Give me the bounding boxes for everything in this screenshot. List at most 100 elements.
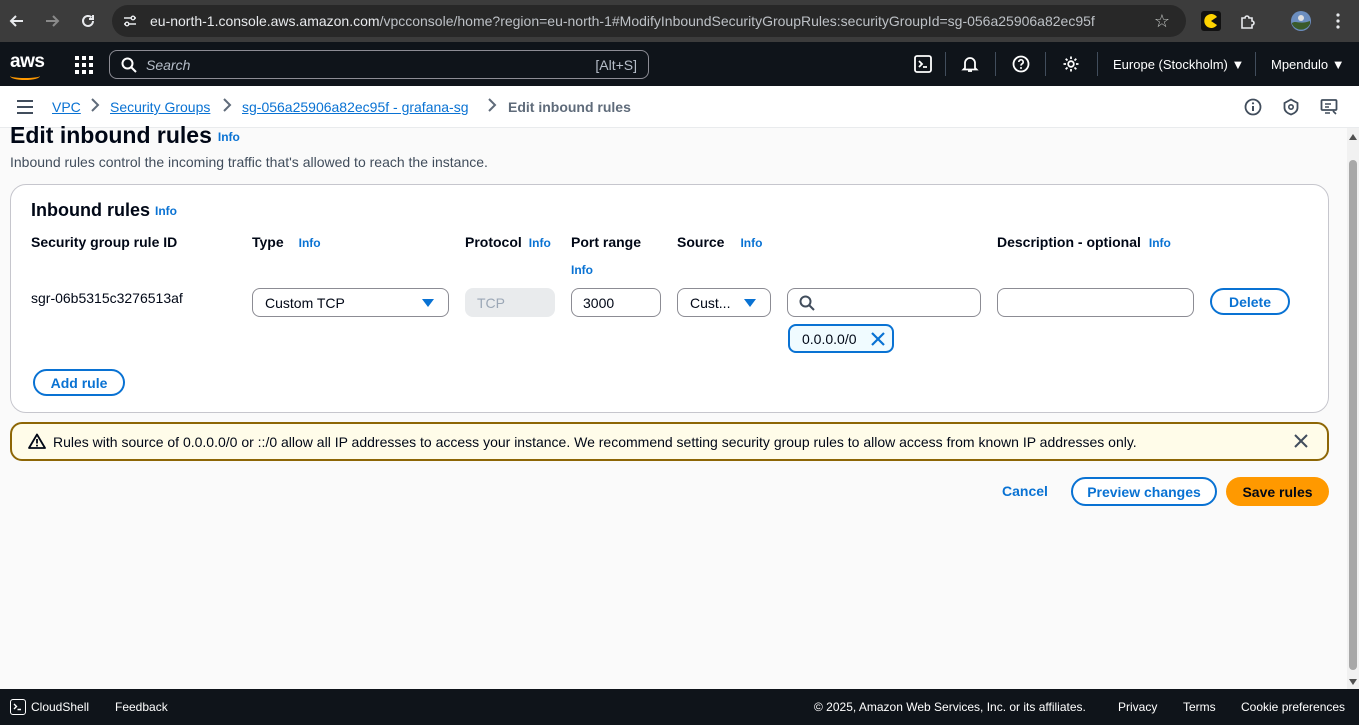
- column-header-type-text: Type: [252, 234, 284, 250]
- panel-title: Inbound rules Info: [31, 200, 177, 221]
- panel-info-link[interactable]: Info: [155, 204, 177, 218]
- search-icon: [121, 57, 137, 73]
- footer-terms-link[interactable]: Terms: [1183, 700, 1216, 714]
- source-type-select[interactable]: Cust...: [677, 288, 771, 317]
- warning-alert-text: Rules with source of 0.0.0.0/0 or ::/0 a…: [53, 434, 1137, 450]
- info-panel-icon[interactable]: [1243, 97, 1263, 117]
- column-header-description-text: Description - optional: [997, 234, 1141, 250]
- breadcrumb-security-groups[interactable]: Security Groups: [110, 99, 210, 115]
- page-description: Inbound rules control the incoming traff…: [10, 154, 488, 170]
- services-grid-icon[interactable]: [75, 56, 93, 74]
- aws-logo-text: aws: [10, 51, 45, 72]
- warning-alert: Rules with source of 0.0.0.0/0 or ::/0 a…: [10, 422, 1329, 461]
- security-shield-icon[interactable]: [1281, 97, 1301, 117]
- type-select[interactable]: Custom TCP: [252, 288, 449, 317]
- column-header-source-text: Source: [677, 234, 725, 250]
- bookmark-star-icon[interactable]: ☆: [1154, 11, 1170, 32]
- footer-privacy-link[interactable]: Privacy: [1118, 700, 1157, 714]
- page-info-link[interactable]: Info: [218, 130, 240, 144]
- page-scrollbar[interactable]: [1347, 128, 1359, 689]
- footer-cloudshell-link[interactable]: CloudShell: [31, 700, 89, 714]
- type-info-link[interactable]: Info: [299, 236, 321, 250]
- extensions-puzzle-icon[interactable]: [1237, 10, 1259, 32]
- chevron-right-icon: [487, 98, 497, 115]
- add-rule-button[interactable]: Add rule: [33, 369, 125, 396]
- footer-cookie-preferences-link[interactable]: Cookie preferences: [1241, 700, 1345, 714]
- global-search-input[interactable]: Search [Alt+S]: [109, 50, 649, 79]
- source-cidr-search-input[interactable]: [787, 288, 981, 317]
- cloudshell-footer-icon[interactable]: [10, 699, 26, 715]
- breadcrumb-security-group[interactable]: sg-056a25906a82ec95f - grafana-sg: [242, 99, 469, 115]
- page-title-text: Edit inbound rules: [10, 122, 212, 148]
- scroll-up-arrow-icon[interactable]: [1349, 134, 1357, 140]
- remove-token-close-icon[interactable]: [870, 331, 886, 347]
- caret-down-icon: [744, 299, 756, 307]
- url-host: eu-north-1.console.aws.amazon.com: [150, 13, 380, 29]
- search-shortcut: [Alt+S]: [595, 57, 637, 73]
- description-info-link[interactable]: Info: [1149, 236, 1171, 250]
- account-menu[interactable]: Mpendulo ▼: [1271, 57, 1345, 72]
- nav-divider: [1045, 52, 1046, 76]
- breadcrumb-vpc[interactable]: VPC: [52, 99, 81, 115]
- cancel-button[interactable]: Cancel: [1002, 483, 1048, 499]
- chevron-right-icon: [90, 98, 100, 115]
- search-icon: [799, 295, 815, 311]
- browser-menu-icon[interactable]: [1327, 10, 1349, 32]
- warning-icon: [28, 433, 46, 449]
- chevron-right-icon: [222, 98, 232, 115]
- description-input[interactable]: [997, 288, 1194, 317]
- scroll-down-arrow-icon[interactable]: [1349, 679, 1357, 685]
- column-header-description: Description - optional Info: [997, 234, 1171, 250]
- port-range-info-link[interactable]: Info: [571, 263, 593, 277]
- source-info-link[interactable]: Info: [740, 236, 762, 250]
- caret-down-icon: [422, 299, 434, 307]
- aws-smile-icon: [10, 72, 40, 80]
- nav-divider: [1097, 52, 1098, 76]
- notifications-bell-icon[interactable]: [960, 54, 980, 74]
- source-type-value: Cust...: [690, 295, 731, 311]
- feedback-screen-icon[interactable]: [1319, 97, 1339, 117]
- reload-icon[interactable]: [76, 9, 100, 33]
- settings-gear-icon[interactable]: [1061, 54, 1081, 74]
- column-header-source: Source Info: [677, 234, 762, 250]
- column-header-rule-id: Security group rule ID: [31, 234, 178, 250]
- delete-rule-button[interactable]: Delete: [1210, 288, 1290, 315]
- nav-divider: [1255, 52, 1256, 76]
- type-select-value: Custom TCP: [265, 295, 345, 311]
- footer-copyright: © 2025, Amazon Web Services, Inc. or its…: [814, 700, 1086, 714]
- save-rules-button[interactable]: Save rules: [1226, 477, 1329, 506]
- breadcrumb-current: Edit inbound rules: [508, 99, 631, 115]
- browser-chrome: eu-north-1.console.aws.amazon.com/vpccon…: [0, 0, 1359, 42]
- nav-divider: [995, 52, 996, 76]
- column-header-protocol: Protocol Info: [465, 234, 551, 250]
- console-footer: CloudShell Feedback © 2025, Amazon Web S…: [0, 689, 1359, 725]
- search-placeholder: Search: [146, 57, 191, 73]
- preview-changes-button[interactable]: Preview changes: [1071, 477, 1217, 506]
- footer-feedback-link[interactable]: Feedback: [115, 700, 168, 714]
- panel-title-text: Inbound rules: [31, 200, 150, 220]
- side-nav-menu-icon[interactable]: [17, 100, 33, 114]
- protocol-field: [465, 288, 555, 317]
- protocol-info-link[interactable]: Info: [529, 236, 551, 250]
- page-title: Edit inbound rules Info: [10, 122, 240, 149]
- help-icon[interactable]: [1011, 54, 1031, 74]
- rule-id: sgr-06b5315c3276513af: [31, 290, 183, 306]
- back-arrow-icon[interactable]: [5, 9, 29, 33]
- profile-avatar[interactable]: [1290, 10, 1312, 32]
- scrollbar-thumb[interactable]: [1349, 160, 1357, 670]
- url-text: eu-north-1.console.aws.amazon.com/vpccon…: [150, 13, 1095, 29]
- pacman-extension-icon[interactable]: [1200, 10, 1222, 32]
- aws-top-navigation: aws Search [Alt+S] Europe (Stockholm) ▼ …: [0, 42, 1359, 86]
- column-header-protocol-text: Protocol: [465, 234, 522, 250]
- source-cidr-token-label: 0.0.0.0/0: [802, 331, 857, 347]
- region-selector[interactable]: Europe (Stockholm) ▼: [1113, 57, 1244, 72]
- column-header-port-range: Port range: [571, 234, 642, 250]
- port-range-input[interactable]: [571, 288, 661, 317]
- url-path: /vpcconsole/home?region=eu-north-1#Modif…: [379, 13, 1095, 29]
- address-bar[interactable]: eu-north-1.console.aws.amazon.com/vpccon…: [112, 5, 1186, 37]
- dismiss-close-icon[interactable]: [1293, 433, 1309, 449]
- site-settings-icon[interactable]: [122, 13, 138, 29]
- aws-logo[interactable]: aws: [10, 51, 45, 80]
- forward-arrow-icon[interactable]: [40, 9, 64, 33]
- cloudshell-icon[interactable]: [913, 54, 933, 74]
